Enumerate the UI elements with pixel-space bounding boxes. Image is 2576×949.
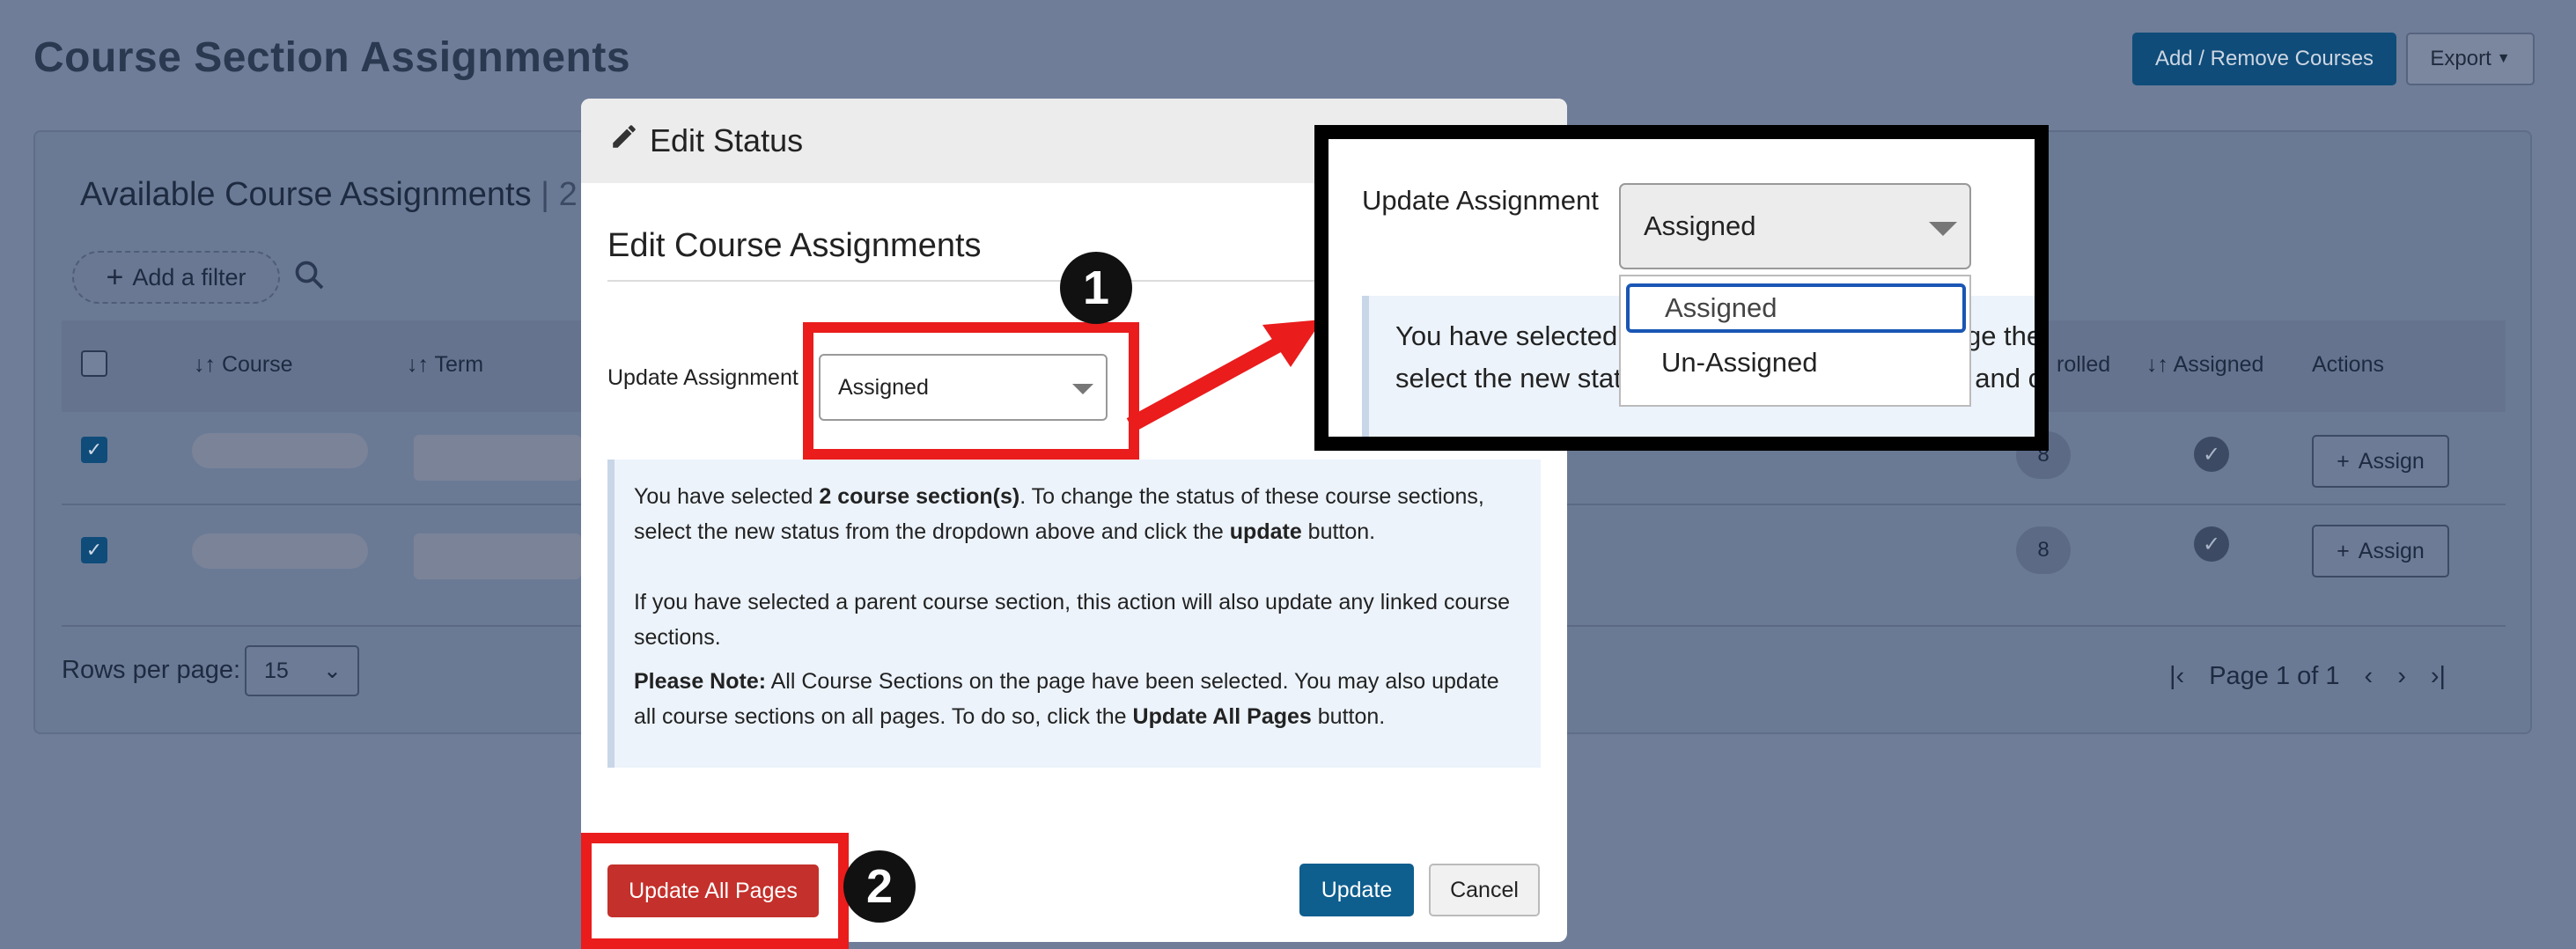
info-update-word: update [1229, 519, 1302, 544]
export-button[interactable]: Export ▼ [2406, 33, 2535, 85]
info-count: 2 course section(s) [819, 484, 1020, 509]
info-alert: You have selected 2 course section(s). T… [607, 460, 1541, 768]
plus-icon: + [2337, 448, 2350, 474]
cancel-button[interactable]: Cancel [1429, 864, 1540, 916]
add-remove-courses-button[interactable]: Add / Remove Courses [2132, 33, 2396, 85]
info-text: button. [1301, 519, 1376, 544]
assigned-column-header[interactable]: ↓↑ Assigned [2146, 352, 2263, 378]
course-name-redacted [192, 433, 368, 468]
zoom-inset: Update Assignment Assigned You have sele… [1314, 125, 2049, 451]
add-filter-button[interactable]: + Add a filter [72, 251, 280, 304]
step-2-badge: 2 [843, 850, 916, 923]
callout-arrow [1126, 320, 1322, 432]
pagination: |‹ Page 1 of 1 ‹ › ›| [2169, 662, 2446, 691]
enrolled-column-header[interactable]: rolled [2057, 352, 2110, 378]
check-circle-icon: ✓ [2194, 526, 2229, 562]
next-page-icon[interactable]: › [2397, 662, 2406, 691]
row-checkbox[interactable]: ✓ [81, 437, 107, 463]
last-page-icon[interactable]: ›| [2431, 662, 2446, 691]
course-name-redacted [192, 533, 368, 569]
sort-icon: ↓↑ [2146, 352, 2174, 377]
enrolled-count: 8 [2016, 526, 2071, 574]
first-page-icon[interactable]: |‹ [2169, 662, 2184, 691]
assign-label: Assign [2358, 538, 2425, 563]
update-button[interactable]: Update [1299, 864, 1414, 916]
chevron-down-icon: ⌄ [323, 658, 342, 683]
plus-icon: + [2337, 538, 2350, 563]
term-header-label: Term [434, 352, 484, 377]
rows-per-page-select[interactable]: 15 ⌄ [245, 645, 359, 696]
modal-title-text: Edit Status [650, 121, 804, 158]
info-paragraph-1: You have selected 2 course section(s). T… [634, 479, 1521, 549]
card-title-count: | 2 [541, 176, 578, 213]
page-info: Page 1 of 1 [2209, 662, 2340, 690]
course-header-label: Course [221, 352, 293, 377]
assign-button[interactable]: + Assign [2312, 435, 2449, 488]
sort-icon: ↓↑ [407, 352, 435, 377]
modal-subtitle: Edit Course Assignments [607, 227, 982, 264]
actions-column-header: Actions [2312, 352, 2384, 377]
export-label: Export [2430, 47, 2491, 70]
zoom-selected-value: Assigned [1644, 210, 1756, 241]
add-filter-label: Add a filter [132, 263, 247, 291]
term-column-header[interactable]: ↓↑ Term [407, 352, 483, 378]
assign-label: Assign [2358, 448, 2425, 474]
zoom-update-assignment-label: Update Assignment [1362, 185, 1599, 216]
info-update-all-word: Update All Pages [1132, 704, 1312, 729]
prev-page-icon[interactable]: ‹ [2365, 662, 2374, 691]
assign-button[interactable]: + Assign [2312, 525, 2449, 577]
card-title-text: Available Course Assignments [80, 176, 532, 213]
course-column-header[interactable]: ↓↑ Course [194, 352, 293, 378]
step-1-badge: 1 [1060, 252, 1132, 324]
rows-per-page-label: Rows per page: [62, 656, 241, 684]
info-text: You have selected [634, 484, 820, 509]
search-icon[interactable] [293, 259, 325, 298]
assignment-dropdown-menu: Assigned Un-Assigned [1619, 275, 1971, 407]
highlight-box-update-all [581, 833, 849, 949]
term-redacted [414, 435, 581, 481]
option-un-assigned[interactable]: Un-Assigned [1626, 338, 1966, 387]
card-title: Available Course Assignments | 2 [80, 176, 578, 214]
rows-per-page-value: 15 [264, 658, 289, 683]
caret-down-icon: ▼ [2496, 51, 2511, 66]
select-all-checkbox[interactable] [81, 350, 107, 377]
term-redacted [414, 533, 581, 579]
caret-down-icon [1929, 222, 1957, 236]
please-note: Please Note: [634, 669, 767, 694]
info-text: button. [1311, 704, 1386, 729]
row-checkbox[interactable]: ✓ [81, 537, 107, 563]
zoom-assignment-select[interactable]: Assigned [1619, 183, 1971, 269]
info-paragraph-2: If you have selected a parent course sec… [634, 590, 1511, 650]
page-title: Course Section Assignments [33, 34, 631, 81]
option-assigned[interactable]: Assigned [1626, 283, 1966, 333]
modal-title: Edit Status [609, 121, 803, 159]
update-assignment-label: Update Assignment [607, 365, 799, 390]
plus-icon: + [106, 261, 124, 294]
assigned-header-label: Assigned [2173, 352, 2264, 377]
sort-icon: ↓↑ [194, 352, 222, 377]
check-circle-icon: ✓ [2194, 437, 2229, 472]
pencil-icon [609, 121, 639, 159]
highlight-box-select [803, 322, 1139, 460]
info-paragraph-3: Please Note: All Course Sections on the … [634, 664, 1521, 734]
